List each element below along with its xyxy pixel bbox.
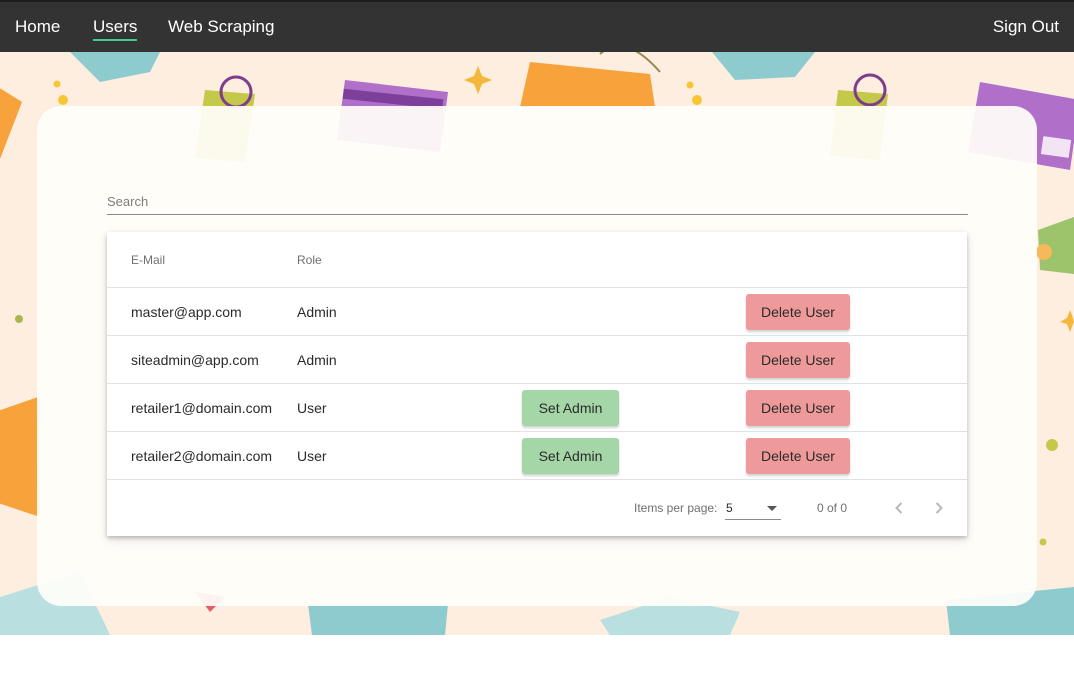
top-nav-bar: Home Users Web Scraping Sign Out: [0, 0, 1074, 52]
user-email-cell: retailer1@domain.com: [131, 400, 273, 416]
user-role-cell: User: [297, 400, 327, 416]
delete-user-button[interactable]: Delete User: [746, 390, 850, 426]
items-per-page-label: Items per page:: [634, 501, 718, 515]
table-header-row: E-Mail Role: [107, 232, 967, 288]
table-row: master@app.com Admin Delete User: [107, 288, 967, 336]
table-row: retailer2@domain.com User Set Admin Dele…: [107, 432, 967, 480]
sign-out-link[interactable]: Sign Out: [993, 17, 1059, 37]
user-email-cell: siteadmin@app.com: [131, 352, 259, 368]
column-header-email: E-Mail: [131, 253, 166, 267]
search-field: [107, 190, 968, 215]
next-page-button[interactable]: [927, 496, 951, 520]
user-role-cell: Admin: [297, 352, 337, 368]
user-email-cell: retailer2@domain.com: [131, 448, 273, 464]
nav-web-scraping-link[interactable]: Web Scraping: [168, 17, 274, 37]
user-role-cell: Admin: [297, 304, 337, 320]
paginator: Items per page: 5 0 of 0: [107, 480, 967, 536]
delete-user-button[interactable]: Delete User: [746, 342, 850, 378]
delete-user-button[interactable]: Delete User: [746, 438, 850, 474]
caret-down-icon: [767, 506, 777, 511]
user-role-cell: User: [297, 448, 327, 464]
column-header-role: Role: [297, 253, 322, 267]
chevron-right-icon: [935, 502, 943, 514]
table-row: retailer1@domain.com User Set Admin Dele…: [107, 384, 967, 432]
chevron-left-icon: [895, 502, 903, 514]
items-per-page-select[interactable]: 5: [725, 498, 781, 520]
delete-user-button[interactable]: Delete User: [746, 294, 850, 330]
user-email-cell: master@app.com: [131, 304, 242, 320]
users-table: E-Mail Role master@app.com Admin Delete …: [107, 232, 967, 536]
set-admin-button[interactable]: Set Admin: [522, 438, 619, 474]
set-admin-button[interactable]: Set Admin: [522, 390, 619, 426]
nav-home-link[interactable]: Home: [15, 17, 60, 37]
page-range-label: 0 of 0: [817, 501, 848, 515]
table-row: siteadmin@app.com Admin Delete User: [107, 336, 967, 384]
nav-users-link[interactable]: Users: [93, 17, 138, 41]
search-input[interactable]: [107, 190, 968, 212]
items-per-page-value: 5: [726, 501, 733, 515]
previous-page-button[interactable]: [887, 496, 911, 520]
